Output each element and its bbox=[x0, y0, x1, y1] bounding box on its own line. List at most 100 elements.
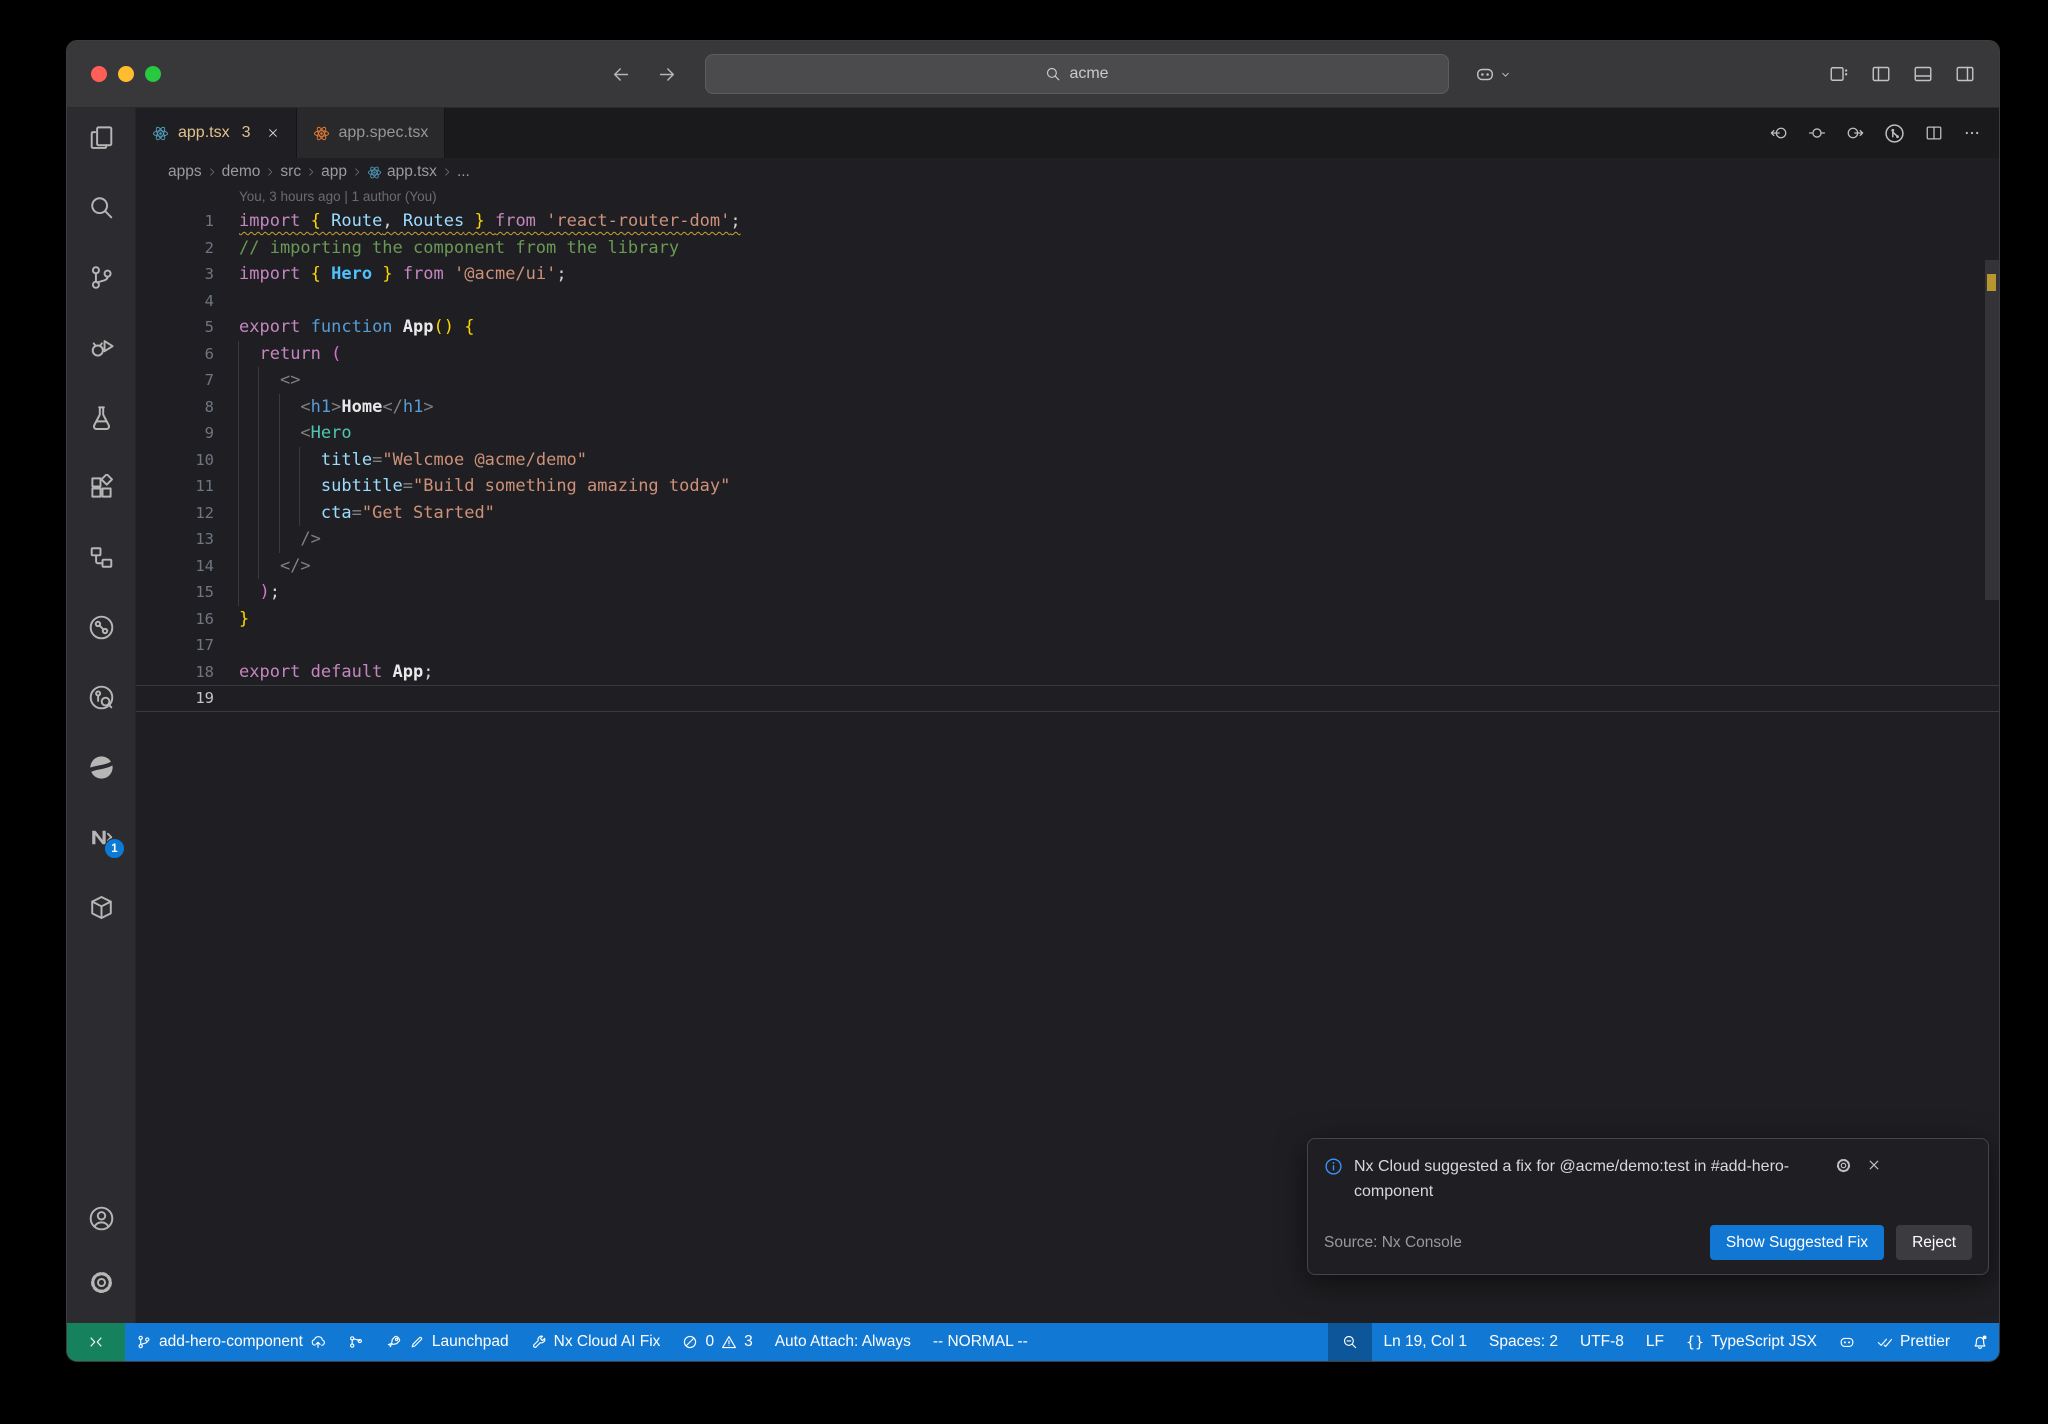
back-arrow-icon[interactable] bbox=[611, 64, 632, 85]
breadcrumb-item-src[interactable]: src bbox=[280, 163, 301, 181]
activity-item-references[interactable] bbox=[74, 530, 128, 584]
code-line-16[interactable]: 16} bbox=[136, 606, 1999, 633]
code-line-6[interactable]: 6 return ( bbox=[136, 341, 1999, 368]
status-label: TypeScript JSX bbox=[1711, 1333, 1818, 1350]
activity-item-nx-console[interactable]: 1 bbox=[74, 810, 128, 864]
code-line-8[interactable]: 8 <h1>Home</h1> bbox=[136, 394, 1999, 421]
status-item-vim-mode[interactable]: -- NORMAL -- bbox=[922, 1323, 1039, 1361]
status-item-notifications[interactable] bbox=[1961, 1323, 1999, 1361]
maximize-window-button[interactable] bbox=[145, 66, 161, 82]
activity-item-accounts[interactable] bbox=[74, 1191, 128, 1245]
status-item-nx-cloud-ai-fix[interactable]: Nx Cloud AI Fix bbox=[520, 1323, 672, 1361]
status-item-launchpad[interactable]: Launchpad bbox=[375, 1323, 520, 1361]
line-number: 13 bbox=[195, 530, 214, 548]
code-line-13[interactable]: 13 /> bbox=[136, 526, 1999, 553]
more-actions-icon[interactable] bbox=[1963, 124, 1981, 142]
notification-settings-gear-icon[interactable] bbox=[1835, 1157, 1852, 1174]
notification-message: Nx Cloud suggested a fix for @acme/demo:… bbox=[1354, 1158, 1790, 1201]
status-item-auto-attach[interactable]: Auto Attach: Always bbox=[764, 1323, 922, 1361]
toggle-panel-icon[interactable] bbox=[1913, 64, 1933, 84]
history-nav bbox=[611, 64, 677, 85]
editor-scrollbar[interactable] bbox=[1985, 260, 1999, 600]
status-label: Auto Attach: Always bbox=[774, 1333, 911, 1350]
activity-item-run-debug[interactable] bbox=[74, 320, 128, 374]
breadcrumb-item-apps[interactable]: apps bbox=[168, 163, 202, 181]
code-line-4[interactable]: 4 bbox=[136, 288, 1999, 315]
nav-current-icon[interactable] bbox=[1808, 124, 1826, 142]
activity-item-search[interactable] bbox=[74, 180, 128, 234]
tab-label: app.tsx bbox=[178, 124, 230, 141]
activity-item-gitlens[interactable] bbox=[74, 600, 128, 654]
status-label: Ln 19, Col 1 bbox=[1383, 1333, 1468, 1350]
code-line-14[interactable]: 14 </> bbox=[136, 553, 1999, 580]
copilot-icon bbox=[1839, 1334, 1855, 1350]
code-line-17[interactable]: 17 bbox=[136, 632, 1999, 659]
show-suggested-fix-button[interactable]: Show Suggested Fix bbox=[1709, 1225, 1885, 1260]
activity-item-source-control[interactable] bbox=[74, 250, 128, 304]
toggle-secondary-sidebar-icon[interactable] bbox=[1955, 64, 1975, 84]
status-item-cursor-position[interactable]: Ln 19, Col 1 bbox=[1372, 1323, 1478, 1361]
copilot-menu[interactable] bbox=[1475, 64, 1512, 84]
code-line-15[interactable]: 15 ); bbox=[136, 579, 1999, 606]
breadcrumb-item-app[interactable]: app bbox=[321, 163, 347, 181]
status-item-git-branch[interactable]: add-hero-component bbox=[125, 1323, 337, 1361]
line-text: } bbox=[239, 608, 250, 629]
breadcrumb-item-demo[interactable]: demo bbox=[222, 163, 261, 181]
code-line-3[interactable]: 3 import { Hero } from '@acme/ui'; bbox=[136, 261, 1999, 288]
status-item-eol[interactable]: LF bbox=[1635, 1323, 1675, 1361]
activity-item-gitlens-inspect[interactable] bbox=[74, 670, 128, 724]
code-line-7[interactable]: 7 <> bbox=[136, 367, 1999, 394]
status-item-encoding[interactable]: UTF-8 bbox=[1569, 1323, 1635, 1361]
status-label-2: 3 bbox=[744, 1333, 753, 1350]
code-line-2[interactable]: 2 // importing the component from the lib… bbox=[136, 235, 1999, 262]
toggle-primary-sidebar-icon[interactable] bbox=[1871, 64, 1891, 84]
activity-item-nx-cloud[interactable] bbox=[74, 880, 128, 934]
activity-item-explorer[interactable] bbox=[74, 110, 128, 164]
forward-arrow-icon[interactable] bbox=[656, 64, 677, 85]
activity-item-extensions[interactable] bbox=[74, 460, 128, 514]
command-center-search[interactable]: acme bbox=[705, 54, 1449, 94]
notification-source: Source: Nx Console bbox=[1324, 1233, 1462, 1251]
minimize-window-button[interactable] bbox=[118, 66, 134, 82]
code-line-10[interactable]: 10 title="Welcmoe @acme/demo" bbox=[136, 447, 1999, 474]
status-item-language-mode[interactable]: {} TypeScript JSX bbox=[1675, 1323, 1828, 1361]
code-line-9[interactable]: 9 <Hero bbox=[136, 420, 1999, 447]
tab-app.spec.tsx[interactable]: app.spec.tsx bbox=[296, 108, 446, 158]
tab-app.tsx[interactable]: app.tsx 3 bbox=[136, 108, 297, 158]
code-line-11[interactable]: 11 subtitle="Build something amazing tod… bbox=[136, 473, 1999, 500]
breadcrumb-label: ... bbox=[456, 163, 470, 180]
reject-button[interactable]: Reject bbox=[1896, 1225, 1972, 1260]
breadcrumb-label: app bbox=[321, 163, 347, 180]
line-text: title="Welcmoe @acme/demo" bbox=[320, 449, 588, 470]
status-item-remote[interactable] bbox=[67, 1323, 125, 1361]
code-line-18[interactable]: 18 export default App; bbox=[136, 659, 1999, 686]
status-item-problems[interactable]: 03 bbox=[671, 1323, 763, 1361]
tab-close-icon[interactable] bbox=[266, 126, 280, 140]
layout-controls bbox=[1829, 64, 1999, 84]
status-item-formatter[interactable]: Prettier bbox=[1866, 1323, 1961, 1361]
notification-close-icon[interactable] bbox=[1866, 1157, 1882, 1174]
activity-item-testing[interactable] bbox=[74, 390, 128, 444]
status-item-commit-graph[interactable] bbox=[337, 1323, 375, 1361]
code-line-19[interactable]: 19 bbox=[136, 685, 1999, 712]
split-editor-icon[interactable] bbox=[1925, 124, 1943, 142]
status-item-indentation[interactable]: Spaces: 2 bbox=[1478, 1323, 1569, 1361]
code-line-12[interactable]: 12 cta="Get Started" bbox=[136, 500, 1999, 527]
breadcrumb-item-app.tsx[interactable]: app.tsx bbox=[367, 163, 437, 181]
breadcrumb-label: src bbox=[280, 163, 302, 180]
nav-back-icon[interactable] bbox=[1770, 124, 1788, 142]
status-item-screencast-zoom[interactable] bbox=[1328, 1323, 1373, 1361]
breadcrumb-item-...[interactable]: ... bbox=[457, 163, 470, 181]
nav-forward-icon[interactable] bbox=[1846, 124, 1864, 142]
status-item-copilot[interactable] bbox=[1828, 1323, 1866, 1361]
activity-item-edge-tools[interactable] bbox=[74, 740, 128, 794]
commit-graph-icon[interactable] bbox=[1884, 123, 1905, 144]
code-line-1[interactable]: 1 import { Route, Routes } from 'react-ro… bbox=[136, 208, 1999, 235]
line-number: 17 bbox=[195, 636, 214, 654]
code-line-5[interactable]: 5 export function App() { bbox=[136, 314, 1999, 341]
customize-layout-icon[interactable] bbox=[1829, 64, 1849, 84]
close-window-button[interactable] bbox=[91, 66, 107, 82]
remote-icon bbox=[88, 1334, 104, 1350]
line-text: import { Route, Routes } from 'react-rou… bbox=[239, 211, 741, 231]
activity-item-settings[interactable] bbox=[74, 1255, 128, 1309]
